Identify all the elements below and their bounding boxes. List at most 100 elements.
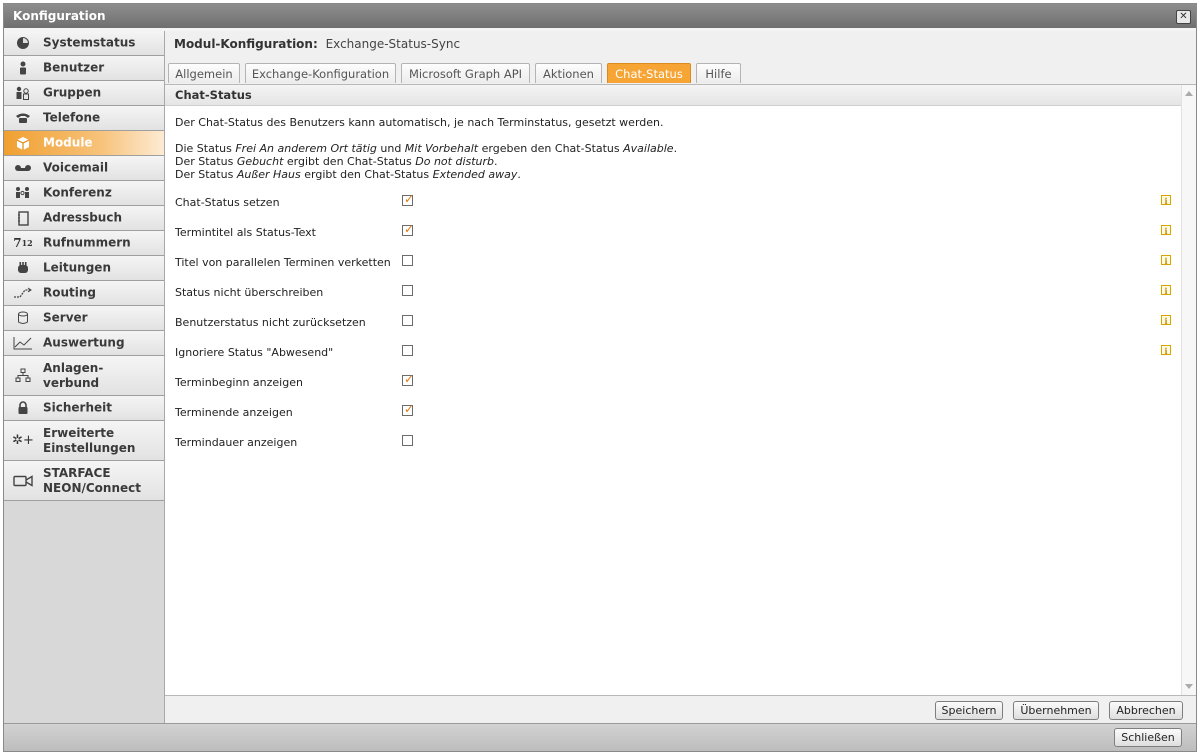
checkbox-status-nicht-ueberschreiben[interactable]	[402, 285, 413, 296]
sidebar-item-label: Systemstatus	[43, 35, 136, 50]
sidebar-item-label: Benutzer	[43, 60, 105, 75]
routing-icon	[12, 284, 34, 302]
text-part: Der Status	[175, 168, 237, 181]
lines-icon	[12, 259, 34, 277]
group-icon	[12, 84, 34, 102]
text-part: Außer Haus	[236, 168, 301, 181]
text-part: und	[376, 142, 405, 155]
status-line-away: Der Status Außer Haus ergibt den Chat-St…	[175, 168, 521, 181]
sidebar-item-label: Konferenz	[43, 185, 112, 200]
option-label: Ignoriere Status "Abwesend"	[175, 346, 334, 359]
checkbox-chat-status-setzen[interactable]: ✓	[402, 192, 415, 206]
close-button[interactable]: Schließen	[1114, 728, 1182, 747]
text-part: Extended away	[432, 168, 518, 181]
text-part: Frei An anderem Ort tätig	[235, 142, 377, 155]
sidebar: Systemstatus Benutzer Gruppen Telefone M…	[4, 31, 165, 724]
check-icon: ✓	[404, 192, 415, 206]
sidebar-item-label: Module	[43, 135, 93, 150]
sidebar-item-adressbuch[interactable]: Adressbuch	[4, 206, 164, 231]
tab-content: Chat-Status Der Chat-Status des Benutzer…	[165, 84, 1196, 696]
checkbox-terminende[interactable]: ✓	[402, 403, 414, 416]
text-part: ergibt den Chat-Status	[283, 155, 416, 168]
checkbox-ignoriere-abwesend[interactable]	[402, 345, 413, 356]
sidebar-item-leitungen[interactable]: Leitungen	[4, 256, 164, 281]
user-icon	[12, 59, 34, 77]
info-icon[interactable]: i	[1161, 315, 1171, 326]
sidebar-item-starface-neon[interactable]: STARFACE NEON/Connect	[4, 461, 164, 501]
text-part: Do not disturb	[415, 155, 495, 168]
sidebar-item-routing[interactable]: Routing	[4, 281, 164, 306]
numbers-icon: 712	[13, 236, 33, 250]
chart-icon	[12, 334, 34, 352]
checkbox-terminbeginn[interactable]: ✓	[402, 373, 414, 386]
info-icon[interactable]: i	[1161, 285, 1171, 296]
checkbox-titel-verketten[interactable]	[402, 255, 413, 266]
sidebar-item-sicherheit[interactable]: Sicherheit	[4, 396, 164, 421]
cancel-button[interactable]: Abbrechen	[1109, 701, 1183, 720]
option-label: Benutzerstatus nicht zurücksetzen	[175, 316, 366, 329]
text-part: .	[494, 155, 498, 168]
lock-icon	[12, 399, 34, 417]
tab-microsoft-graph-api[interactable]: Microsoft Graph API	[401, 63, 530, 83]
sidebar-item-anlagenverbund[interactable]: Anlagen- verbund	[4, 356, 164, 396]
addressbook-icon	[12, 209, 34, 227]
phone-icon	[12, 109, 34, 127]
sidebar-item-erweiterte-einstellungen[interactable]: ✲+ Erweiterte Einstellungen	[4, 421, 164, 461]
info-icon[interactable]: i	[1161, 225, 1171, 236]
option-label: Termintitel als Status-Text	[175, 226, 316, 239]
option-label: Titel von parallelen Terminen verketten	[175, 256, 391, 269]
sidebar-item-label: STARFACE NEON/Connect	[43, 465, 141, 495]
info-icon[interactable]: i	[1161, 195, 1171, 206]
sidebar-item-voicemail[interactable]: Voicemail	[4, 156, 164, 181]
text-part: Mit Vorbehalt	[404, 142, 479, 155]
sidebar-item-label: Voicemail	[43, 160, 109, 175]
text-part: .	[517, 168, 521, 181]
apply-button[interactable]: Übernehmen	[1013, 701, 1099, 720]
dashboard-icon	[12, 34, 34, 52]
sidebar-item-server[interactable]: Server	[4, 306, 164, 331]
sidebar-item-label: Rufnummern	[43, 235, 131, 250]
checkbox-termintitel[interactable]: ✓	[402, 223, 414, 236]
module-heading: Modul-Konfiguration: Exchange-Status-Syn…	[174, 37, 460, 51]
window-title: Konfiguration	[13, 9, 106, 23]
info-icon[interactable]: i	[1161, 255, 1171, 266]
tab-chat-status[interactable]: Chat-Status	[607, 63, 691, 83]
text-part: Die Status	[175, 142, 236, 155]
option-label: Terminbeginn anzeigen	[175, 376, 303, 389]
settings-plus-icon: ✲+	[12, 433, 34, 448]
sidebar-item-module[interactable]: Module	[4, 131, 164, 156]
cube-icon	[12, 134, 34, 152]
sidebar-item-gruppen[interactable]: Gruppen	[4, 81, 164, 106]
sidebar-item-telefone[interactable]: Telefone	[4, 106, 164, 131]
sidebar-item-auswertung[interactable]: Auswertung	[4, 331, 164, 356]
configuration-window: Konfiguration ✕ Systemstatus Benutzer Gr…	[3, 3, 1197, 752]
text-part: ergibt den Chat-Status	[300, 168, 433, 181]
sidebar-item-konferenz[interactable]: Konferenz	[4, 181, 164, 206]
network-icon	[12, 367, 34, 385]
checkbox-termindauer[interactable]	[402, 435, 413, 446]
vertical-scrollbar[interactable]	[1181, 85, 1196, 695]
tab-aktionen[interactable]: Aktionen	[535, 63, 602, 83]
module-heading-label: Modul-Konfiguration:	[174, 37, 318, 51]
sidebar-item-label: Adressbuch	[43, 210, 123, 225]
tab-exchange-konfiguration[interactable]: Exchange-Konfiguration	[245, 63, 396, 83]
checkbox-benutzerstatus[interactable]	[402, 315, 413, 326]
save-button[interactable]: Speichern	[935, 701, 1003, 720]
close-icon[interactable]: ✕	[1176, 10, 1191, 24]
scroll-down-icon[interactable]	[1185, 684, 1193, 689]
sidebar-item-label: Erweiterte Einstellungen	[43, 425, 136, 455]
sidebar-item-label: Server	[43, 310, 88, 325]
text-part: ergeben den Chat-Status	[478, 142, 624, 155]
info-icon[interactable]: i	[1161, 345, 1171, 356]
tab-allgemein[interactable]: Allgemein	[168, 63, 240, 83]
text-part: Gebucht	[236, 155, 284, 168]
sidebar-item-label: Telefone	[43, 110, 101, 125]
sidebar-item-rufnummern[interactable]: 712 Rufnummern	[4, 231, 164, 256]
scroll-up-icon[interactable]	[1185, 91, 1193, 96]
tab-hilfe[interactable]: Hilfe	[696, 63, 741, 83]
sidebar-item-label: Sicherheit	[43, 400, 112, 415]
sidebar-item-benutzer[interactable]: Benutzer	[4, 56, 164, 81]
voicemail-icon	[12, 159, 34, 177]
sidebar-item-systemstatus[interactable]: Systemstatus	[4, 31, 164, 56]
option-label: Chat-Status setzen	[175, 196, 280, 209]
